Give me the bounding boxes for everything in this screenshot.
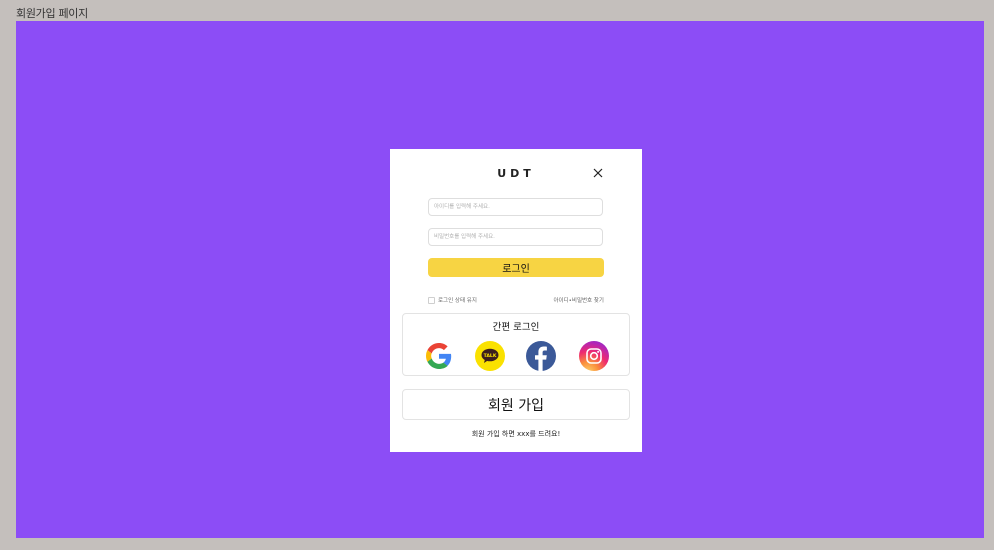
id-input[interactable] [428,198,603,216]
easy-login-title: 간편 로그인 [492,322,540,333]
page-label: 회원가입 페이지 [16,7,88,20]
find-account-link[interactable]: 아이디•비밀번호 찾기 [553,296,604,304]
keep-login-label: 로그인 상태 유지 [438,298,477,304]
kakao-talk-text: TALK [484,353,497,359]
promo-text: 회원 가입 하면 xxx를 드려요! [471,430,561,438]
signup-modal: UDT 로그인 로그인 상태 유지 아이디•비밀번호 찾기 간편 로그인 [390,149,642,452]
signup-button[interactable]: 회원 가입 [402,389,630,420]
login-button[interactable]: 로그인 [428,258,604,277]
kakao-icon[interactable]: TALK [475,341,505,371]
close-icon[interactable] [590,165,606,181]
page-frame: UDT 로그인 로그인 상태 유지 아이디•비밀번호 찾기 간편 로그인 [16,21,984,538]
checkbox-box[interactable] [428,296,435,304]
easy-login-section: 간편 로그인 TALK [402,313,630,376]
google-icon[interactable] [424,341,454,371]
keep-login-checkbox[interactable]: 로그인 상태 유지 [428,296,477,304]
facebook-icon[interactable] [526,341,556,371]
instagram-icon[interactable] [579,341,609,371]
password-input[interactable] [428,228,603,246]
